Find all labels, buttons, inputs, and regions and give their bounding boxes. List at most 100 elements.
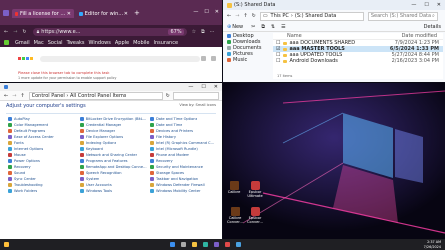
new-tab-button[interactable]: + bbox=[134, 9, 140, 17]
close-window-icon[interactable]: ✕ bbox=[215, 9, 219, 15]
desktop-icon-epubor-converter[interactable]: Epubor Conver... bbox=[245, 207, 265, 224]
bookmark-item[interactable]: Insurance bbox=[154, 40, 179, 46]
cp-item[interactable]: Windows Mobility Center bbox=[150, 188, 218, 194]
site-search-input[interactable] bbox=[40, 56, 200, 62]
bookmark-item[interactable]: Windows bbox=[89, 40, 111, 46]
user-icon[interactable] bbox=[201, 56, 206, 61]
nav-item-music[interactable]: Music bbox=[223, 57, 271, 63]
col-header-name[interactable]: Name bbox=[287, 33, 302, 39]
apps-icon[interactable] bbox=[4, 40, 9, 45]
cp-item-icon bbox=[8, 165, 12, 169]
breadcrumb[interactable]: ▭ This PC › (S:) Shared Data bbox=[259, 11, 364, 21]
forward-icon[interactable]: → bbox=[235, 13, 239, 19]
close-tab-icon[interactable]: ✕ bbox=[67, 11, 71, 17]
forward-icon[interactable]: → bbox=[12, 93, 16, 99]
control-panel-icon[interactable] bbox=[236, 242, 241, 247]
desktop-icon-calibre[interactable]: Calibre bbox=[225, 181, 243, 194]
cp-item-icon bbox=[150, 189, 154, 193]
refresh-icon[interactable]: ↻ bbox=[252, 13, 256, 19]
explorer-file-list: Name Date modified ☐ aaa DOCUMENTS SHARE… bbox=[273, 33, 443, 79]
col-header-date[interactable]: Date modified bbox=[402, 33, 437, 39]
cp-item-icon bbox=[80, 135, 84, 139]
cp-item-icon bbox=[150, 135, 154, 139]
up-icon[interactable]: ↑ bbox=[20, 93, 24, 99]
back-icon[interactable]: ← bbox=[4, 93, 8, 99]
bookmark-item[interactable]: Tweaks bbox=[67, 40, 85, 46]
search-input[interactable]: Search (S:) Shared Data ⌕ bbox=[367, 11, 438, 21]
close-tab-icon[interactable]: ✕ bbox=[124, 11, 128, 17]
browser-tab-active[interactable]: Fill a license for win 11 ... ✕ bbox=[12, 9, 74, 18]
cp-title-bar: — ☐ ✕ bbox=[0, 83, 222, 91]
forward-icon[interactable]: → bbox=[13, 29, 17, 35]
favorites-icon[interactable]: ☆ bbox=[192, 29, 196, 35]
file-explorer-icon[interactable] bbox=[192, 242, 197, 247]
bookmark-item[interactable]: Mobile bbox=[133, 40, 149, 46]
cp-item-label: Date and Time bbox=[156, 123, 183, 127]
refresh-icon[interactable]: ↻ bbox=[166, 93, 170, 99]
bookmark-item[interactable]: Mac bbox=[34, 40, 44, 46]
cp-item-label: Recovery bbox=[156, 159, 173, 163]
checkbox[interactable]: ☐ bbox=[276, 58, 280, 64]
weather-icon[interactable] bbox=[4, 242, 9, 247]
cp-item-label: Intel (R) Graphics Command C... bbox=[156, 141, 215, 145]
app-icon[interactable] bbox=[214, 242, 219, 247]
zoom-indicator[interactable]: 67% bbox=[168, 28, 184, 35]
bookmark-item[interactable]: Social bbox=[48, 40, 63, 46]
clock[interactable]: 2:37 AM 7/26/2024 bbox=[424, 240, 441, 249]
file-row[interactable]: ☐ Android Downloads 2/16/2023 3:04 PM bbox=[273, 58, 443, 64]
cp-items-column-3: Date and Time Options Date and Time Device… bbox=[150, 116, 218, 194]
window-menu-icon[interactable] bbox=[3, 10, 11, 16]
extensions-icon[interactable]: ⧉ bbox=[201, 29, 205, 35]
cp-item-label: Date and Time Options bbox=[156, 117, 198, 121]
search-icon[interactable] bbox=[181, 242, 186, 247]
cp-search-input[interactable] bbox=[172, 91, 219, 100]
sort-icon[interactable]: ⇅ bbox=[271, 24, 275, 30]
cp-item-label: Network and Sharing Center bbox=[86, 153, 138, 157]
minimize-icon[interactable]: — bbox=[411, 2, 416, 8]
back-icon[interactable]: ← bbox=[227, 13, 231, 19]
music-icon bbox=[227, 58, 231, 62]
minimize-icon[interactable]: — bbox=[193, 9, 198, 15]
close-window-icon[interactable]: ✕ bbox=[437, 2, 441, 8]
view-by-selector[interactable]: View by: Small icons bbox=[179, 103, 216, 107]
cp-item-label: User Accounts bbox=[86, 183, 112, 187]
maximize-icon[interactable]: ☐ bbox=[201, 84, 205, 90]
copy-icon[interactable]: ⧉ bbox=[261, 24, 265, 30]
desktop-icon-calibre-converter[interactable]: Calibre Conver... bbox=[225, 207, 245, 224]
minimize-icon[interactable]: — bbox=[188, 84, 193, 90]
edge-icon[interactable] bbox=[203, 242, 208, 247]
more-menu-icon[interactable]: ⋯ bbox=[210, 29, 215, 35]
details-button[interactable]: Details bbox=[424, 24, 441, 30]
app-icon[interactable] bbox=[225, 242, 230, 247]
close-window-icon[interactable]: ✕ bbox=[214, 84, 218, 90]
cart-icon[interactable] bbox=[211, 56, 216, 61]
maximize-icon[interactable]: ☐ bbox=[424, 2, 428, 8]
cp-item[interactable]: Work Folders bbox=[8, 188, 76, 194]
site-header-icons bbox=[201, 56, 218, 61]
desktop-icon-epubor-ultimate[interactable]: Epubor Ultimate bbox=[245, 181, 265, 198]
cp-item-label: Intel (Microsoft Rundle) bbox=[156, 147, 198, 151]
breadcrumb[interactable]: Control Panel › All Control Panel Items bbox=[28, 91, 163, 100]
desktop-wallpaper: Calibre Epubor Ultimate Calibre Conver..… bbox=[223, 83, 445, 239]
cp-item-label: System bbox=[86, 177, 100, 181]
cp-item-label: Security and Maintenance bbox=[156, 165, 203, 169]
bookmark-item[interactable]: Gmail bbox=[15, 40, 30, 46]
browser-tab[interactable]: Editor for win 11 ✕ bbox=[76, 9, 131, 18]
view-icon[interactable]: ☰ bbox=[281, 24, 285, 30]
refresh-icon[interactable]: ↻ bbox=[22, 29, 26, 35]
folder-icon bbox=[227, 2, 232, 8]
maximize-icon[interactable]: ☐ bbox=[204, 9, 208, 15]
cp-item-icon bbox=[8, 129, 12, 133]
bookmark-item[interactable]: Apple bbox=[115, 40, 129, 46]
up-icon[interactable]: ↑ bbox=[243, 13, 247, 19]
start-icon[interactable] bbox=[170, 242, 175, 247]
address-bar[interactable]: 🔒︎ https://www.e... 67% bbox=[32, 27, 187, 36]
back-icon[interactable]: ← bbox=[4, 29, 8, 35]
cp-item-icon bbox=[80, 129, 84, 133]
cp-item-icon bbox=[80, 147, 84, 151]
new-button[interactable]: New bbox=[232, 24, 243, 30]
cp-item[interactable]: Windows Tools bbox=[80, 188, 148, 194]
new-icon[interactable]: ⊕ bbox=[227, 24, 231, 30]
calibre-icon bbox=[229, 181, 239, 190]
cut-icon[interactable]: ✂ bbox=[251, 24, 255, 30]
